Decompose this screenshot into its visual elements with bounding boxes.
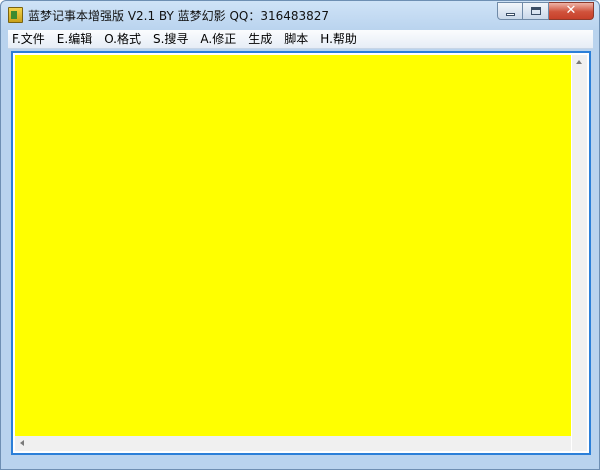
menu-search[interactable]: S.搜寻 (146, 30, 193, 48)
minimize-button[interactable] (497, 2, 523, 20)
menu-edit[interactable]: E.编辑 (50, 30, 97, 48)
close-icon: ✕ (565, 3, 577, 18)
title-bar[interactable]: 蓝梦记事本增强版 V2.1 BY 蓝梦幻影 QQ：316483827 ✕ (1, 1, 599, 29)
window-title: 蓝梦记事本增强版 V2.1 BY 蓝梦幻影 QQ：316483827 (28, 9, 330, 23)
app-window: 蓝梦记事本增强版 V2.1 BY 蓝梦幻影 QQ：316483827 ✕ F.文… (0, 0, 600, 470)
menu-file[interactable]: F.文件 (8, 30, 50, 48)
notepad-app-icon[interactable] (8, 7, 23, 23)
maximize-icon (531, 7, 541, 15)
menu-bar: F.文件 E.编辑 O.格式 S.搜寻 A.修正 生成 脚本 H.帮助 (8, 30, 593, 49)
vertical-scrollbar[interactable] (572, 55, 587, 437)
scroll-up-arrow-icon[interactable] (576, 60, 582, 64)
menu-format[interactable]: O.格式 (97, 30, 146, 48)
editor-frame (11, 51, 591, 455)
minimize-icon (506, 13, 515, 16)
scrollbar-corner (572, 436, 587, 451)
close-button[interactable]: ✕ (549, 2, 594, 20)
menu-help[interactable]: H.帮助 (313, 30, 362, 48)
maximize-button[interactable] (523, 2, 549, 20)
horizontal-scrollbar[interactable] (15, 436, 571, 451)
menu-fix[interactable]: A.修正 (193, 30, 241, 48)
text-editor[interactable] (15, 55, 571, 437)
scroll-left-arrow-icon[interactable] (20, 440, 24, 446)
window-controls: ✕ (497, 2, 594, 21)
menu-script[interactable]: 脚本 (277, 30, 313, 48)
menu-generate[interactable]: 生成 (241, 30, 277, 48)
